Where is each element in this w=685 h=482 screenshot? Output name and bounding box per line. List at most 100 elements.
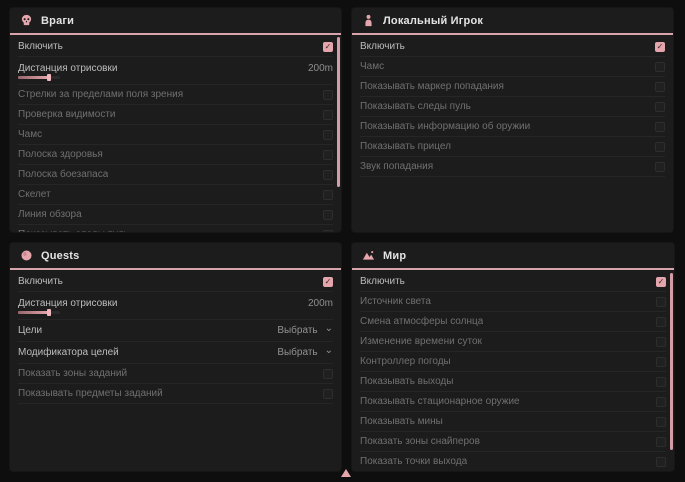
- panel-title: Quests: [41, 250, 80, 262]
- slider-fill: [18, 311, 49, 314]
- settings-row-checkbox[interactable]: Показывать следы пуль: [18, 225, 333, 232]
- checkbox[interactable]: [655, 102, 665, 112]
- checkbox[interactable]: [323, 90, 333, 100]
- panel-world-header[interactable]: Мир: [352, 243, 674, 270]
- row-label: Дистанция отрисовки: [18, 298, 117, 309]
- panel-local-player: Локальный Игрок Включить ✓ Чамс Показыва…: [352, 8, 673, 232]
- checkbox[interactable]: [656, 417, 666, 427]
- settings-row-checkbox[interactable]: Показывать информацию об оружии: [360, 117, 665, 137]
- settings-row-checkbox[interactable]: Включить ✓: [18, 37, 333, 57]
- row-label: Показывать маркер попадания: [360, 81, 504, 92]
- slider-value: 200m: [308, 298, 333, 309]
- settings-row-checkbox[interactable]: Изменение времени суток: [360, 332, 666, 352]
- panel-quests-header[interactable]: Quests: [10, 243, 341, 270]
- scrollbar-thumb[interactable]: [670, 273, 673, 450]
- settings-row-checkbox[interactable]: Включить ✓: [360, 37, 665, 57]
- checkbox[interactable]: [323, 150, 333, 160]
- settings-row-checkbox[interactable]: Показывать маркер попадания: [360, 77, 665, 97]
- checkbox[interactable]: [655, 62, 665, 72]
- slider[interactable]: [18, 76, 60, 79]
- checkbox[interactable]: [656, 357, 666, 367]
- person-icon: [362, 14, 375, 27]
- settings-row-checkbox[interactable]: Смена атмосферы солнца: [360, 312, 666, 332]
- checkbox[interactable]: ✓: [323, 277, 333, 287]
- settings-row-checkbox[interactable]: Полоска боезапаса: [18, 165, 333, 185]
- row-label: Стрелки за пределами поля зрения: [18, 89, 183, 100]
- settings-row-checkbox[interactable]: Включить ✓: [18, 272, 333, 292]
- quest-orb-icon: [20, 249, 33, 262]
- settings-row-checkbox[interactable]: Проверка видимости: [18, 105, 333, 125]
- scrollbar-thumb[interactable]: [337, 37, 340, 187]
- slider-handle[interactable]: [47, 309, 51, 316]
- slider[interactable]: [18, 311, 60, 314]
- panel-enemies-header[interactable]: Враги: [10, 8, 341, 35]
- panel-local-player-rows: Включить ✓ Чамс Показывать маркер попада…: [352, 35, 673, 177]
- settings-row-checkbox[interactable]: Источник света: [360, 292, 666, 312]
- checkbox[interactable]: [656, 317, 666, 327]
- panel-world-rows: Включить ✓ Источник света Смена атмосфер…: [352, 270, 674, 471]
- checkbox[interactable]: [323, 110, 333, 120]
- checkbox[interactable]: [656, 397, 666, 407]
- checkbox[interactable]: [656, 437, 666, 447]
- checkbox[interactable]: [656, 457, 666, 467]
- mountain-icon: [362, 249, 375, 262]
- checkbox[interactable]: [323, 230, 333, 233]
- row-label: Дистанция отрисовки: [18, 63, 117, 74]
- checkbox[interactable]: [323, 190, 333, 200]
- checkbox[interactable]: [655, 142, 665, 152]
- checkbox[interactable]: [323, 130, 333, 140]
- select-dropdown[interactable]: Выбрать ⌄: [277, 347, 333, 358]
- checkbox[interactable]: [323, 369, 333, 379]
- slider-value: 200m: [308, 63, 333, 74]
- settings-row-checkbox[interactable]: Показывать следы пуль: [360, 97, 665, 117]
- slider-top-line: Дистанция отрисовки 200m: [18, 298, 333, 309]
- checkbox[interactable]: [655, 122, 665, 132]
- settings-row-checkbox[interactable]: Показывать мины: [360, 412, 666, 432]
- checkbox[interactable]: [656, 297, 666, 307]
- settings-row-select[interactable]: Модификатора целей Выбрать ⌄: [18, 342, 333, 364]
- select-value: Выбрать: [277, 325, 317, 336]
- checkbox[interactable]: ✓: [323, 42, 333, 52]
- settings-row-checkbox[interactable]: Показать зоны снайперов: [360, 432, 666, 452]
- settings-row-checkbox[interactable]: Линия обзора: [18, 205, 333, 225]
- checkbox[interactable]: [323, 170, 333, 180]
- settings-row-checkbox[interactable]: Звук попадания: [360, 157, 665, 177]
- settings-row-checkbox[interactable]: Чамс: [18, 125, 333, 145]
- select-dropdown[interactable]: Выбрать ⌄: [277, 325, 333, 336]
- settings-row-checkbox[interactable]: Показывать стационарное оружие: [360, 392, 666, 412]
- settings-row-checkbox[interactable]: Включить ✓: [360, 272, 666, 292]
- settings-row-checkbox[interactable]: Полоска здоровья: [18, 145, 333, 165]
- settings-row-checkbox[interactable]: Показывать выходы: [360, 372, 666, 392]
- settings-row-select[interactable]: Цели Выбрать ⌄: [18, 320, 333, 342]
- settings-row-checkbox[interactable]: Показывать предметы заданий: [18, 384, 333, 404]
- row-label: Показать зоны снайперов: [360, 436, 480, 447]
- row-label: Показывать стационарное оружие: [360, 396, 520, 407]
- checkbox[interactable]: [656, 377, 666, 387]
- slider-fill: [18, 76, 49, 79]
- row-label: Показывать следы пуль: [360, 101, 471, 112]
- row-label: Показать зоны заданий: [18, 368, 127, 379]
- checkbox[interactable]: [655, 162, 665, 172]
- panel-quests-rows: Включить ✓ Дистанция отрисовки 200m Цели…: [10, 270, 341, 404]
- checkbox[interactable]: ✓: [655, 42, 665, 52]
- slider-handle[interactable]: [47, 74, 51, 81]
- checkbox[interactable]: [656, 337, 666, 347]
- settings-row-checkbox[interactable]: Чамс: [360, 57, 665, 77]
- checkbox[interactable]: ✓: [656, 277, 666, 287]
- panel-local-player-header[interactable]: Локальный Игрок: [352, 8, 673, 35]
- settings-row-checkbox[interactable]: Показать зоны заданий: [18, 364, 333, 384]
- checkbox[interactable]: [323, 389, 333, 399]
- panel-title: Враги: [41, 15, 74, 27]
- settings-row-checkbox[interactable]: Стрелки за пределами поля зрения: [18, 85, 333, 105]
- row-label: Показывать выходы: [360, 376, 453, 387]
- settings-row-checkbox[interactable]: Показывать прицел: [360, 137, 665, 157]
- checkbox[interactable]: [655, 82, 665, 92]
- panel-world: Мир Включить ✓ Источник света Смена атмо…: [352, 243, 674, 471]
- row-label: Показать точки выхода: [360, 456, 467, 467]
- settings-row-checkbox[interactable]: Скелет: [18, 185, 333, 205]
- row-label: Модификатора целей: [18, 347, 119, 358]
- checkbox[interactable]: [323, 210, 333, 220]
- row-label: Включить: [18, 276, 63, 287]
- settings-row-checkbox[interactable]: Контроллер погоды: [360, 352, 666, 372]
- settings-row-checkbox[interactable]: Показать точки выхода: [360, 452, 666, 471]
